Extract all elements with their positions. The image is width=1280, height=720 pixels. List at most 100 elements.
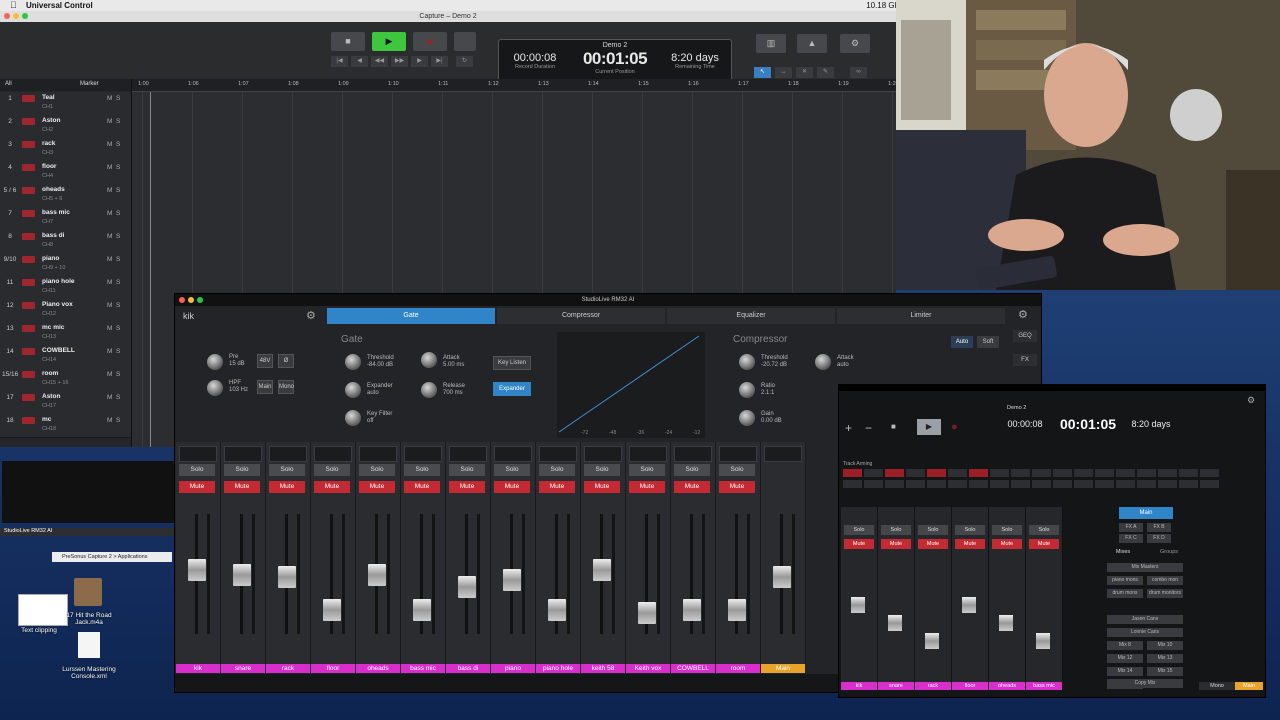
track-solo[interactable]: S bbox=[116, 164, 120, 171]
fader-handle[interactable] bbox=[728, 599, 746, 621]
channel-name[interactable]: kik bbox=[183, 311, 194, 321]
fx-mix-button[interactable]: FX B bbox=[1147, 523, 1171, 532]
fader-handle[interactable] bbox=[188, 559, 206, 581]
mute-solo[interactable]: M S bbox=[107, 302, 120, 309]
ipad-channel-name[interactable]: oheads bbox=[989, 682, 1025, 690]
fader-handle[interactable] bbox=[233, 564, 251, 586]
hpf-knob[interactable] bbox=[207, 380, 223, 396]
channel-name-label[interactable]: room bbox=[716, 664, 760, 673]
eq-thumbnail[interactable] bbox=[674, 446, 712, 462]
mute-solo[interactable]: M S bbox=[107, 394, 120, 401]
track-name[interactable]: bass di bbox=[42, 232, 64, 239]
mix-button[interactable]: Mix 8 bbox=[1107, 641, 1143, 650]
xml-file-icon[interactable] bbox=[78, 632, 100, 658]
fx-mix-button[interactable]: FX C bbox=[1119, 534, 1143, 543]
app-name[interactable]: Universal Control bbox=[26, 0, 93, 11]
ipad-mute-button[interactable]: Mute bbox=[918, 539, 948, 549]
fader-handle[interactable] bbox=[278, 566, 296, 588]
solo-button[interactable]: Solo bbox=[539, 464, 575, 476]
gate-attack-knob[interactable] bbox=[421, 352, 437, 368]
mute-button[interactable]: Mute bbox=[449, 481, 485, 493]
ipad-fader-handle[interactable] bbox=[1036, 633, 1050, 649]
mixer-zoom-icon[interactable] bbox=[197, 297, 203, 303]
track-row[interactable]: 5 / 6 oheads CH5 + 6 M S bbox=[0, 184, 131, 208]
comp-gain-knob[interactable] bbox=[739, 410, 755, 426]
ipad-solo-button[interactable]: Solo bbox=[881, 525, 911, 535]
ipad-mute-button[interactable]: Mute bbox=[1029, 539, 1059, 549]
track-name[interactable]: Piano vox bbox=[42, 301, 73, 308]
ipad-solo-button[interactable]: Solo bbox=[992, 525, 1022, 535]
eq-thumbnail[interactable] bbox=[719, 446, 757, 462]
track-name[interactable]: piano bbox=[42, 255, 59, 262]
eq-thumbnail[interactable] bbox=[584, 446, 622, 462]
arm-button[interactable] bbox=[864, 480, 883, 488]
arm-button[interactable] bbox=[948, 480, 967, 488]
mute-button[interactable]: Mute bbox=[719, 481, 755, 493]
solo-button[interactable]: Solo bbox=[359, 464, 395, 476]
ipad-mixes-tab[interactable]: Mixes bbox=[1103, 549, 1143, 555]
arm-button[interactable] bbox=[969, 469, 988, 477]
arm-button[interactable] bbox=[1011, 469, 1030, 477]
record-arm-button[interactable] bbox=[22, 279, 35, 286]
track-solo[interactable]: S bbox=[116, 279, 120, 286]
arm-button[interactable] bbox=[1179, 469, 1198, 477]
audio-file-icon[interactable] bbox=[74, 578, 102, 606]
loop-icon[interactable]: ↻ bbox=[456, 56, 473, 67]
time-ruler[interactable]: 1:00 1:06 1:07 1:08 1:09 1:10 1:11 1:12 1:13 1:14… bbox=[132, 79, 899, 92]
track-row[interactable]: 8 bass di CH8 M S bbox=[0, 230, 131, 254]
comp-threshold-knob[interactable] bbox=[739, 354, 755, 370]
track-name[interactable]: oheads bbox=[42, 186, 65, 193]
mixer-close-icon[interactable] bbox=[179, 297, 185, 303]
track-solo[interactable]: S bbox=[116, 348, 120, 355]
select-tool-icon[interactable]: ↖ bbox=[754, 67, 771, 78]
mix-button[interactable]: Mix 14 bbox=[1107, 667, 1143, 676]
mix-button[interactable]: combo mon bbox=[1147, 576, 1183, 585]
track-row[interactable]: 3 rack CH3 M S bbox=[0, 138, 131, 162]
eq-thumbnail[interactable] bbox=[179, 446, 217, 462]
record-arm-button[interactable] bbox=[22, 348, 35, 355]
channel-name-label[interactable]: piano bbox=[491, 664, 535, 673]
mute-button[interactable]: Mute bbox=[539, 481, 575, 493]
track-row[interactable]: 12 Piano vox CH12 M S bbox=[0, 299, 131, 323]
arm-button[interactable] bbox=[1116, 469, 1135, 477]
record-arm-button[interactable] bbox=[22, 417, 35, 424]
arm-button[interactable] bbox=[948, 469, 967, 477]
next-marker-icon[interactable]: ▶ bbox=[411, 56, 428, 67]
solo-button[interactable]: Solo bbox=[719, 464, 755, 476]
track-solo[interactable]: S bbox=[116, 118, 120, 125]
ipad-main-mix-button[interactable]: Main bbox=[1119, 507, 1173, 519]
audio-file-label[interactable]: 17 Hit the Road Jack.m4a bbox=[60, 612, 118, 626]
arm-button[interactable] bbox=[1137, 480, 1156, 488]
rewind-start-icon[interactable]: |◀ bbox=[331, 56, 348, 67]
track-solo[interactable]: S bbox=[116, 325, 120, 332]
mute-button[interactable]: Mute bbox=[269, 481, 305, 493]
mute-solo[interactable]: M S bbox=[107, 256, 120, 263]
track-row[interactable]: 14 COWBELL CH14 M S bbox=[0, 345, 131, 369]
erase-tool-icon[interactable]: ✎ bbox=[817, 67, 834, 78]
ipad-stop-button[interactable]: ■ bbox=[891, 422, 905, 434]
mix-button[interactable]: Jason Cans bbox=[1107, 615, 1183, 624]
speaker-icon[interactable]: ▲ bbox=[797, 34, 827, 53]
mix-button[interactable]: Copy Mix bbox=[1107, 679, 1183, 688]
fader-handle[interactable] bbox=[683, 599, 701, 621]
ipad-channel-name[interactable]: rack bbox=[915, 682, 951, 690]
eq-thumbnail[interactable] bbox=[314, 446, 352, 462]
mix-button[interactable]: drum mons bbox=[1107, 589, 1143, 598]
arm-button[interactable] bbox=[1095, 469, 1114, 477]
ipad-add-icon[interactable]: + bbox=[845, 421, 852, 435]
record-arm-button[interactable] bbox=[22, 302, 35, 309]
eq-thumbnail[interactable] bbox=[404, 446, 442, 462]
eq-thumbnail[interactable] bbox=[224, 446, 262, 462]
track-mute[interactable]: M bbox=[107, 394, 112, 401]
split-tool-icon[interactable]: ✕ bbox=[796, 67, 813, 78]
mute-solo[interactable]: M S bbox=[107, 279, 120, 286]
solo-button[interactable]: Solo bbox=[674, 464, 710, 476]
tab-limiter[interactable]: Limiter bbox=[837, 308, 1005, 324]
track-solo[interactable]: S bbox=[116, 233, 120, 240]
channel-name-label[interactable]: oheads bbox=[356, 664, 400, 673]
track-name[interactable]: rack bbox=[42, 140, 55, 147]
arm-button[interactable] bbox=[969, 480, 988, 488]
track-mute[interactable]: M bbox=[107, 233, 112, 240]
arm-button[interactable] bbox=[1032, 469, 1051, 477]
record-arm-button[interactable] bbox=[22, 187, 35, 194]
